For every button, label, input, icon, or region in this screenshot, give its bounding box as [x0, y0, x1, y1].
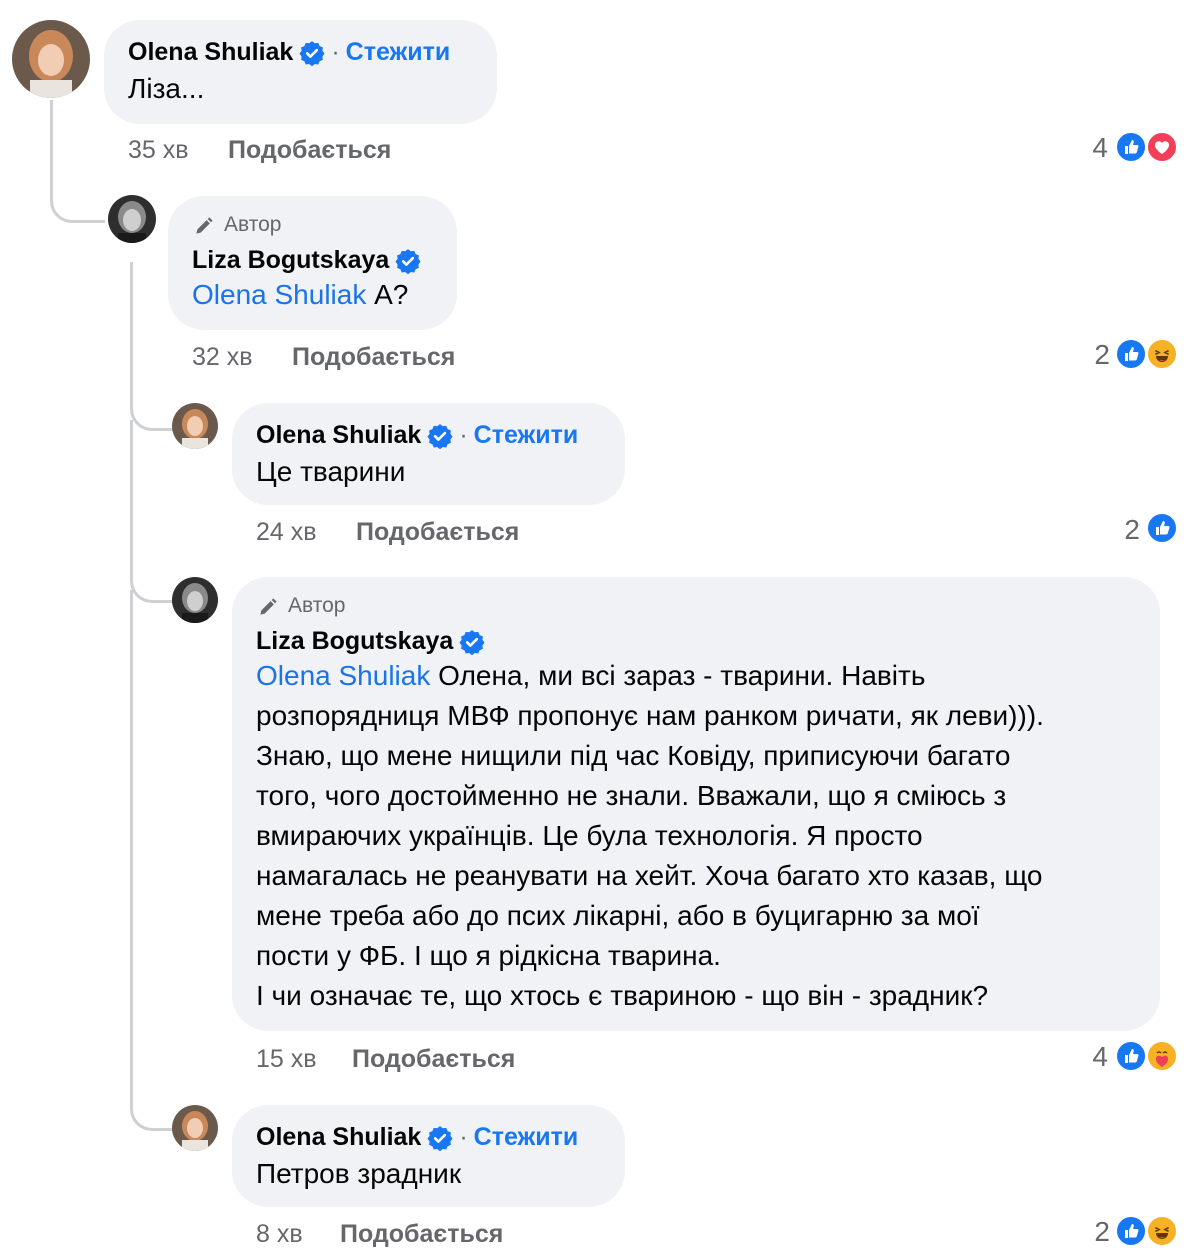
verified-badge-icon	[395, 248, 421, 274]
avatar-liza-bogutskaya[interactable]	[108, 195, 156, 243]
like-button[interactable]: Подобається	[228, 136, 391, 165]
author-tag: Автор	[288, 594, 346, 617]
comment-text-line: І чи означає те, що хтось є твариною - щ…	[256, 980, 989, 1011]
comment-text-content: Олена, ми всі зараз - тварини. Навіть	[430, 660, 926, 691]
separator-dot: ·	[331, 38, 340, 66]
comment-time[interactable]: 32 хв	[192, 343, 253, 372]
comment-text-line: вмираючих українців. Це була технологія.…	[256, 820, 923, 851]
separator-dot: ·	[459, 421, 468, 449]
avatar-olena-shuliak[interactable]	[172, 1105, 218, 1151]
avatar-olena-shuliak[interactable]	[172, 403, 218, 449]
comment-author[interactable]: Olena Shuliak	[256, 421, 421, 450]
love-reaction-icon[interactable]	[1146, 131, 1178, 163]
follow-button[interactable]: Стежити	[474, 421, 579, 450]
verified-badge-icon	[427, 423, 453, 449]
comment-text-line: намагалась не реанувати на хейт. Хоча ба…	[256, 860, 1043, 891]
reaction-count[interactable]: 2	[1080, 339, 1110, 371]
comment-text-line: Знаю, що мене нищили під час Ковіду, при…	[256, 740, 1011, 771]
comment-text-line: мене треба або до псих лікарні, або в бу…	[256, 900, 980, 931]
comment-text: Це тварини	[256, 456, 406, 487]
reaction-count[interactable]: 2	[1080, 1216, 1110, 1248]
comment-time[interactable]: 15 хв	[256, 1045, 317, 1074]
comment-time[interactable]: 8 хв	[256, 1220, 303, 1249]
comment-author[interactable]: Liza Bogutskaya	[256, 627, 453, 656]
separator-dot: ·	[459, 1123, 468, 1151]
comment-text: Ліза...	[128, 73, 205, 104]
like-reaction-icon[interactable]	[1115, 338, 1147, 370]
comment-text: Петров зрадник	[256, 1158, 462, 1189]
like-reaction-icon[interactable]	[1115, 1215, 1147, 1247]
pencil-icon	[196, 217, 213, 234]
pencil-icon	[260, 598, 277, 615]
like-reaction-icon[interactable]	[1115, 1040, 1147, 1072]
comment-bubble: Olena Shuliak · Стежити Петров зрадник	[232, 1105, 625, 1207]
avatar-olena-shuliak[interactable]	[12, 20, 90, 98]
thread-line-reply-2	[130, 420, 177, 603]
comment-text-content: А?	[366, 279, 409, 310]
like-reaction-icon[interactable]	[1115, 131, 1147, 163]
author-tag: Автор	[224, 213, 282, 236]
like-button[interactable]: Подобається	[292, 343, 455, 372]
like-button[interactable]: Подобається	[352, 1045, 515, 1074]
thread-line-reply-3	[130, 590, 177, 1131]
mention-link[interactable]: Olena Shuliak	[256, 660, 430, 691]
care-reaction-icon[interactable]	[1146, 1040, 1178, 1072]
verified-badge-icon	[427, 1125, 453, 1151]
follow-button[interactable]: Стежити	[474, 1123, 579, 1152]
haha-reaction-icon[interactable]	[1146, 1215, 1178, 1247]
comment-text: Olena Shuliak Олена, ми всі зараз - твар…	[256, 656, 1136, 1016]
comment-text-line: того, чого достойменно не знали. Вважали…	[256, 780, 1007, 811]
comment-text: Olena Shuliak А?	[192, 275, 433, 315]
comment-bubble: Olena Shuliak · Стежити Ліза...	[104, 20, 497, 124]
like-reaction-icon[interactable]	[1146, 512, 1178, 544]
like-button[interactable]: Подобається	[356, 518, 519, 547]
comment-author[interactable]: Olena Shuliak	[256, 1123, 421, 1152]
reaction-count[interactable]: 2	[1110, 514, 1140, 546]
comment-time[interactable]: 24 хв	[256, 518, 317, 547]
follow-button[interactable]: Стежити	[346, 38, 451, 67]
comment-bubble: Olena Shuliak · Стежити Це тварини	[232, 403, 625, 505]
comment-text-line: Olena Shuliak Олена, ми всі зараз - твар…	[256, 656, 1136, 696]
reaction-count[interactable]: 4	[1078, 1041, 1108, 1073]
reaction-count[interactable]: 4	[1078, 132, 1108, 164]
haha-reaction-icon[interactable]	[1146, 338, 1178, 370]
verified-badge-icon	[299, 40, 325, 66]
comment-author[interactable]: Liza Bogutskaya	[192, 246, 389, 275]
comment-author[interactable]: Olena Shuliak	[128, 38, 293, 67]
comment-bubble: Автор Liza Bogutskaya Olena Shuliak Олен…	[232, 577, 1160, 1031]
verified-badge-icon	[459, 629, 485, 655]
like-button[interactable]: Подобається	[340, 1220, 503, 1249]
comment-text-line: розпорядниця МВФ пропонує нам ранком рич…	[256, 700, 1044, 731]
mention-link[interactable]: Olena Shuliak	[192, 279, 366, 310]
comment-time[interactable]: 35 хв	[128, 136, 189, 165]
thread-line-top	[50, 100, 105, 223]
comment-bubble: Автор Liza Bogutskaya Olena Shuliak А?	[168, 196, 457, 330]
avatar-liza-bogutskaya[interactable]	[172, 577, 218, 623]
comment-text-line: пости у ФБ. І що я рідкісна тварина.	[256, 940, 721, 971]
